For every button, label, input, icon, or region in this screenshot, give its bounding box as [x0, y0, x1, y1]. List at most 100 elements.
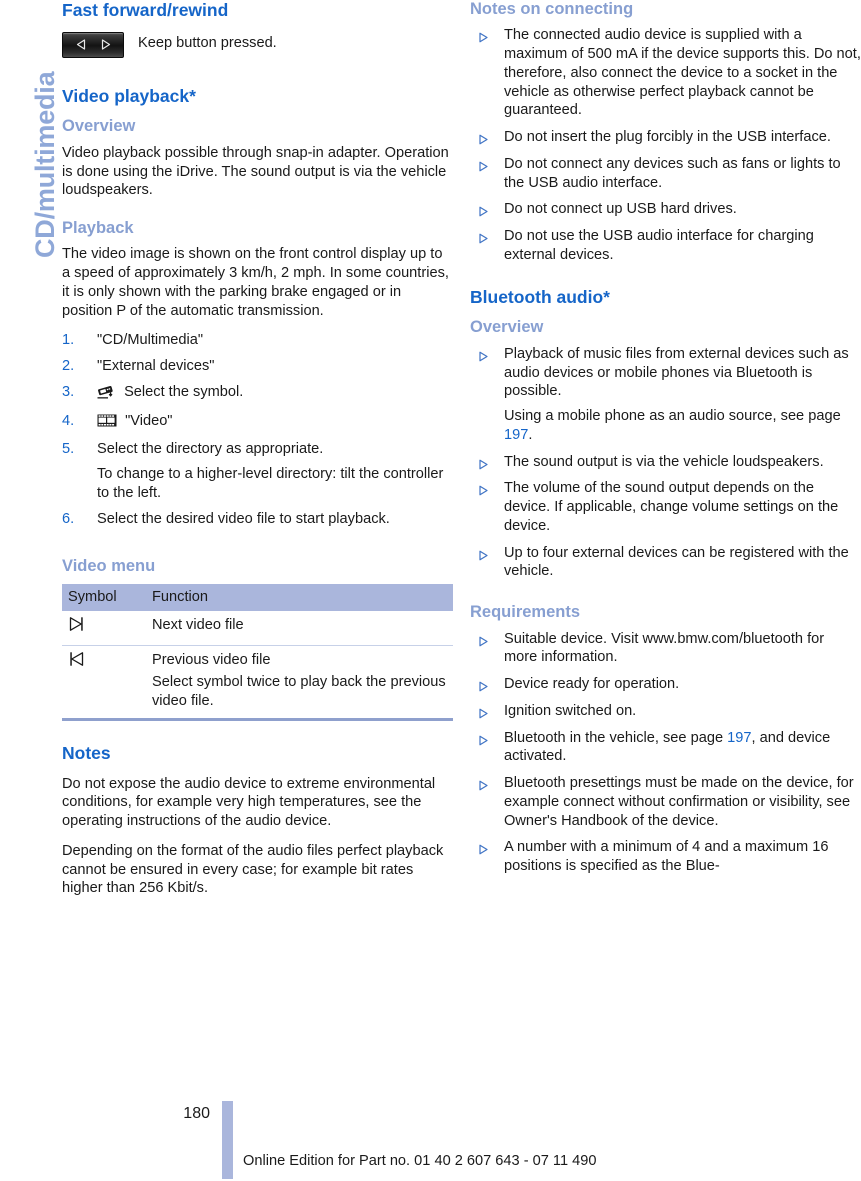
notes-on-connecting-list: The connected audio device is supplied w… — [470, 26, 861, 264]
fast-forward-triangle-icon — [99, 38, 112, 51]
step-number: 6. — [62, 510, 75, 527]
button-press-caption: Keep button pressed. — [138, 34, 277, 51]
table-header-row: Symbol Function — [62, 583, 453, 611]
step-text: Select the directory as appropriate. — [97, 441, 324, 458]
table-header-symbol: Symbol — [62, 583, 146, 611]
notes-paragraph-1: Do not expose the audio device to extrem… — [62, 775, 436, 830]
section-heading-fast-forward: Fast forward/rewind — [62, 0, 229, 20]
triangle-bullet-icon — [478, 231, 489, 244]
triangle-bullet-icon — [478, 679, 489, 692]
list-item: The volume of the sound output depends o… — [470, 479, 861, 535]
section-heading-video-playback: Video playback* — [62, 85, 196, 106]
triangle-bullet-icon — [478, 778, 489, 791]
step-text: Select the symbol. — [124, 383, 244, 400]
table-cell-function: Next video file — [146, 610, 453, 646]
triangle-bullet-icon — [478, 159, 489, 172]
list-item-text: Playback of music files from external de… — [504, 345, 849, 400]
step-text: "CD/Multimedia" — [97, 332, 204, 349]
table-row: Next video file — [62, 610, 453, 646]
manual-page: CD/multimedia Fast forward/rewind Keep b… — [0, 0, 861, 1181]
triangle-bullet-icon — [478, 842, 489, 855]
page-number: 180 — [183, 1105, 210, 1122]
list-item-text: Up to four external devices can be regis… — [504, 544, 849, 580]
list-item-text: A number with a minimum of 4 and a maxim… — [504, 839, 829, 875]
list-item: Playback of music files from external de… — [470, 345, 861, 445]
chapter-side-tab: CD/multimedia — [0, 0, 60, 300]
rewind-triangle-icon — [75, 38, 88, 51]
chapter-side-tab-label: CD/multimedia — [30, 71, 60, 258]
list-item-text: The volume of the sound output depends o… — [504, 480, 839, 534]
list-item: Ignition switched on. — [470, 702, 861, 721]
step-number: 5. — [62, 441, 75, 458]
playback-steps-list: 1. "CD/Multimedia" 2. "External devices"… — [62, 331, 453, 528]
video-overview-paragraph: Video playback possible through snap-in … — [62, 144, 449, 199]
list-item-text: Do not connect any devices such as fans … — [504, 155, 841, 191]
list-item: Do not connect any devices such as fans … — [470, 155, 861, 193]
table-cell-symbol — [62, 610, 146, 646]
list-item: The connected audio device is supplied w… — [470, 26, 861, 120]
table-row: Previous video file Select symbol twice … — [62, 645, 453, 721]
list-item: Bluetooth in the vehicle, see page 197, … — [470, 729, 861, 767]
left-column: Fast forward/rewind Keep button pressed. — [62, 0, 453, 898]
table-cell-function: Previous video file Select symbol twice … — [146, 645, 453, 721]
step-number: 1. — [62, 332, 75, 349]
step-number: 3. — [62, 383, 75, 400]
step-text: Select the desired video file to start p… — [97, 510, 390, 527]
list-item: 5. Select the directory as appropriate. … — [62, 440, 453, 502]
page-reference-link[interactable]: 197 — [504, 427, 528, 443]
triangle-bullet-icon — [478, 457, 489, 469]
list-item-text: Do not use the USB audio interface for c… — [504, 228, 814, 263]
subheading-video-menu: Video menu — [62, 557, 156, 576]
bluetooth-overview-list: Playback of music files from external de… — [470, 345, 861, 581]
list-item: Up to four external devices can be regis… — [470, 544, 861, 582]
previous-track-icon — [68, 651, 88, 671]
list-item-text: Bluetooth presettings must be made on th… — [504, 775, 854, 829]
page-reference-link[interactable]: 197 — [727, 730, 751, 746]
section-heading-bluetooth-audio: Bluetooth audio* — [470, 286, 610, 307]
list-item-text-before: Bluetooth in the vehicle, see page — [504, 729, 728, 746]
list-item: Do not insert the plug forcibly in the U… — [470, 128, 861, 147]
table-cell-function-main: Previous video file — [152, 651, 271, 668]
list-item-subtext: Using a mobile phone as an audio source,… — [504, 407, 861, 445]
list-item-text: The sound output is via the vehicle loud… — [504, 453, 824, 470]
section-heading-notes: Notes — [62, 742, 111, 763]
step-number: 2. — [62, 358, 75, 375]
subheading-video-overview: Overview — [62, 117, 136, 136]
list-item-text: Do not connect up USB hard drives. — [504, 201, 737, 218]
triangle-bullet-icon — [478, 706, 489, 719]
list-item-text: The connected audio device is supplied w… — [504, 27, 861, 119]
button-press-row: Keep button pressed. — [62, 31, 453, 58]
list-item-subtext-after: . — [528, 426, 533, 443]
list-item: Suitable device. Visit www.bmw.com/bluet… — [470, 630, 861, 668]
table-cell-function-extra: Select symbol twice to play back the pre… — [152, 674, 446, 710]
next-track-icon — [68, 617, 88, 636]
list-item-text: Do not insert the plug forcibly in the U… — [504, 129, 831, 146]
requirements-list: Suitable device. Visit www.bmw.com/bluet… — [470, 630, 861, 876]
subheading-requirements: Requirements — [470, 603, 581, 622]
list-item-text: Suitable device. Visit www.bmw.com/bluet… — [504, 630, 825, 666]
footer-accent-bar — [222, 1101, 233, 1179]
triangle-bullet-icon — [478, 634, 489, 646]
page-footer: 180 Online Edition for Part no. 01 40 2 … — [62, 1089, 861, 1181]
playback-paragraph: The video image is shown on the front co… — [62, 246, 449, 319]
table-cell-symbol — [62, 645, 146, 721]
step-text: "Video" — [125, 412, 173, 429]
list-item: Device ready for operation. — [470, 675, 861, 694]
step-note: To change to a higher-level directory: t… — [97, 466, 444, 501]
list-item-text: Ignition switched on. — [504, 702, 637, 719]
step-text: "External devices" — [97, 358, 215, 375]
seek-back-forward-button[interactable] — [62, 31, 124, 58]
list-item: 1. "CD/Multimedia" — [62, 331, 453, 350]
list-item: The sound output is via the vehicle loud… — [470, 453, 861, 472]
step-number: 4. — [62, 412, 75, 429]
external-device-icon — [97, 384, 116, 405]
list-item-text: Device ready for operation. — [504, 676, 680, 693]
list-item: Bluetooth presettings must be made on th… — [470, 774, 861, 830]
table-header-function: Function — [146, 583, 453, 611]
notes-paragraph-2: Depending on the format of the audio fil… — [62, 842, 444, 897]
list-item: 3. Select the symbol. — [62, 383, 453, 405]
list-item: 6. Select the desired video file to star… — [62, 510, 453, 529]
subheading-bluetooth-overview: Overview — [470, 318, 544, 337]
subheading-playback: Playback — [62, 219, 134, 237]
right-column: Notes on connecting The connected audio … — [470, 0, 861, 876]
